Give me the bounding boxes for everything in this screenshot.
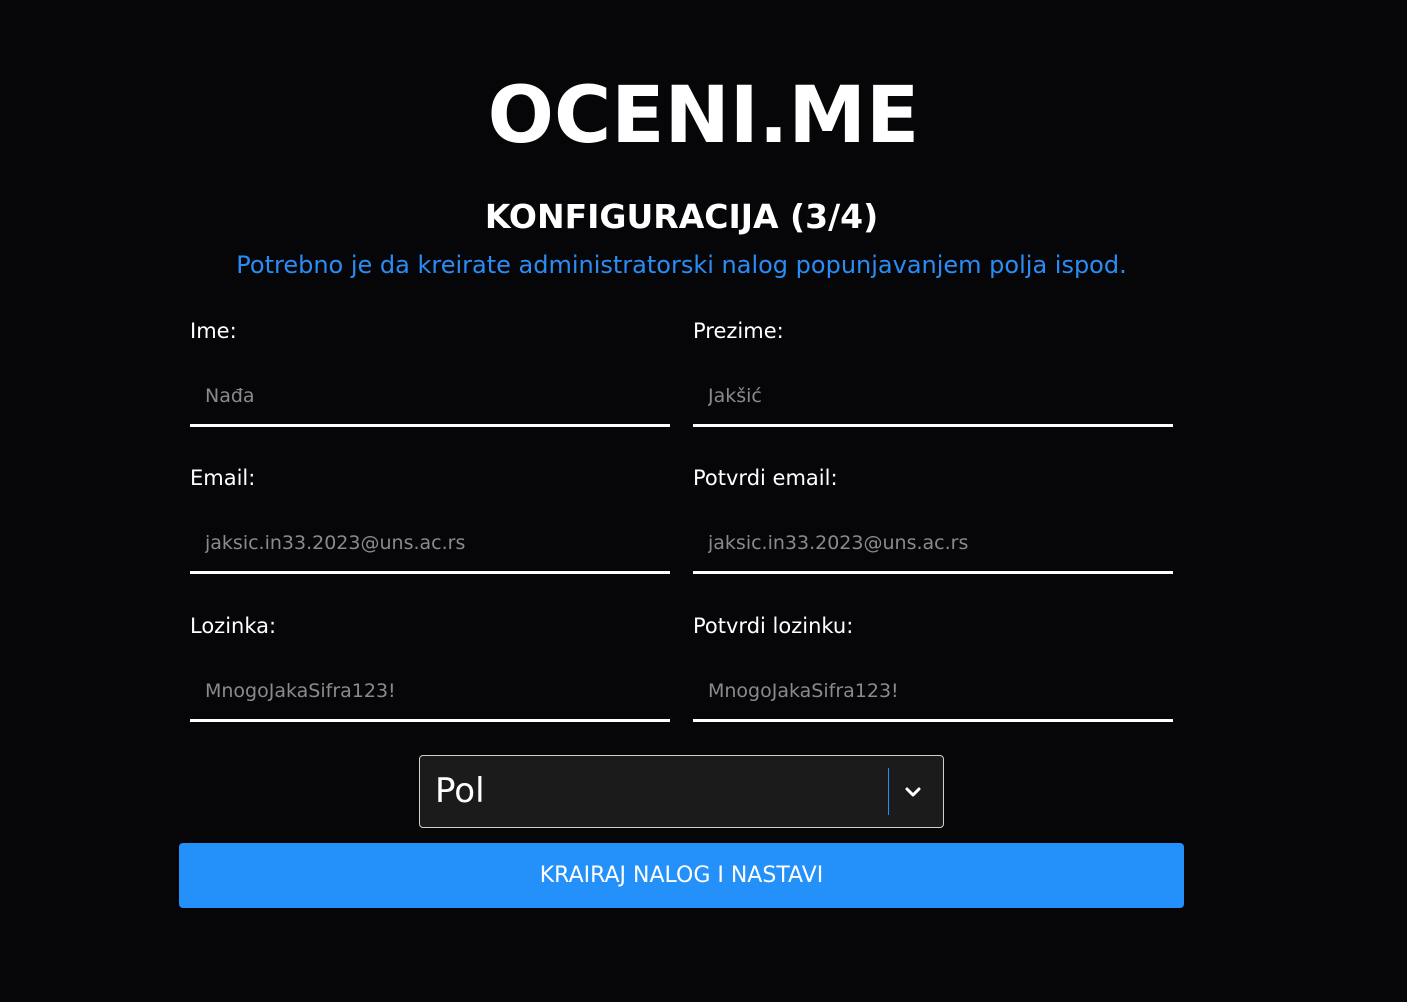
password-input[interactable] xyxy=(190,662,670,722)
first-name-label: Ime: xyxy=(190,319,237,343)
gender-select[interactable]: Pol xyxy=(419,755,944,828)
confirm-email-label: Potvrdi email: xyxy=(693,466,838,490)
create-account-button[interactable]: KRAIRAJ NALOG I NASTAVI xyxy=(179,843,1184,908)
confirm-email-input[interactable] xyxy=(693,514,1173,574)
email-label: Email: xyxy=(190,466,256,490)
confirm-email-field-group: Potvrdi email: xyxy=(693,464,1173,574)
first-name-input[interactable] xyxy=(190,367,670,427)
brand-logo: OCENI.ME xyxy=(487,71,920,161)
email-input[interactable] xyxy=(190,514,670,574)
confirm-password-field-group: Potvrdi lozinku: xyxy=(693,612,1173,722)
chevron-down-icon[interactable] xyxy=(899,778,927,806)
page-subtitle: Potrebno je da kreirate administratorski… xyxy=(236,251,1127,279)
email-field-group: Email: xyxy=(190,464,670,574)
gender-select-value: Pol xyxy=(435,771,485,811)
last-name-label: Prezime: xyxy=(693,319,784,343)
password-label: Lozinka: xyxy=(190,614,277,638)
last-name-input[interactable] xyxy=(693,367,1173,427)
first-name-field-group: Ime: xyxy=(190,317,670,427)
select-separator xyxy=(888,768,889,815)
confirm-password-input[interactable] xyxy=(693,662,1173,722)
password-field-group: Lozinka: xyxy=(190,612,670,722)
setup-page: OCENI.ME KONFIGURACIJA (3/4) Potrebno je… xyxy=(0,0,1407,1002)
page-title: KONFIGURACIJA (3/4) xyxy=(484,197,879,236)
last-name-field-group: Prezime: xyxy=(693,317,1173,427)
confirm-password-label: Potvrdi lozinku: xyxy=(693,614,854,638)
